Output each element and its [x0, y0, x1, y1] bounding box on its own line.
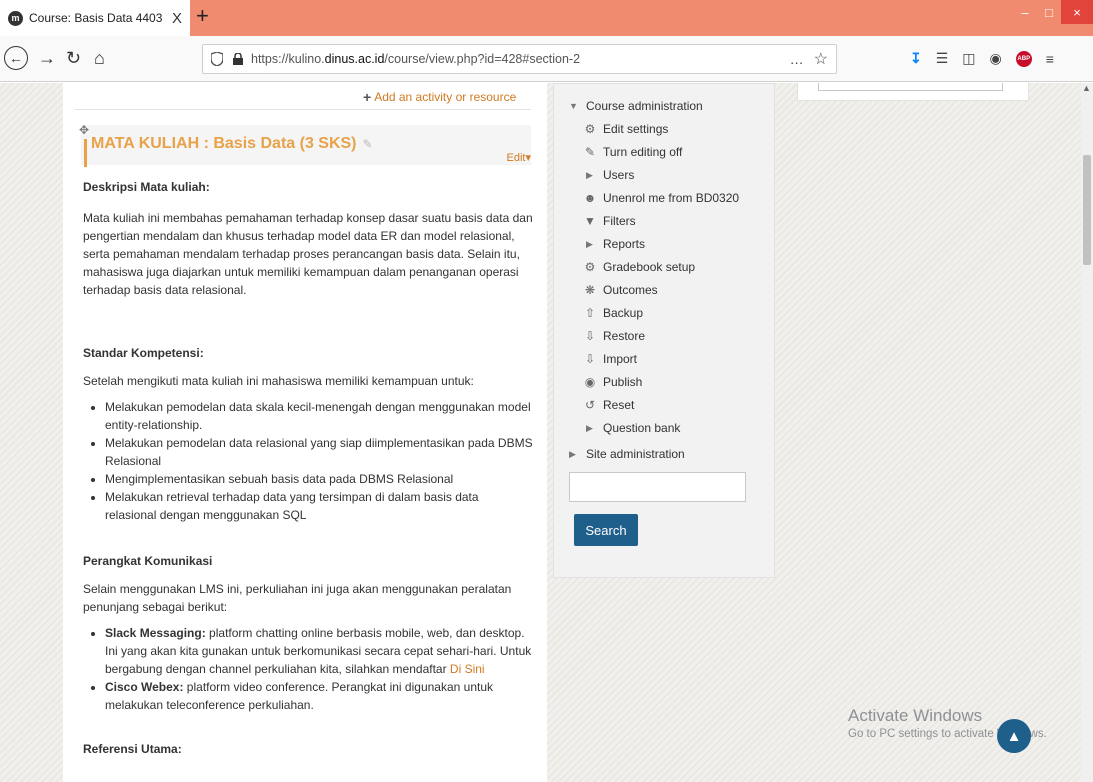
perangkat-heading: Perangkat Komunikasi	[83, 554, 213, 568]
plus-icon: +	[363, 89, 372, 105]
tab-close-button[interactable]: X	[172, 10, 182, 27]
add-activity-label: Add an activity or resource	[374, 90, 517, 104]
standar-list: Melakukan pemodelan data skala kecil-men…	[105, 398, 533, 524]
admin-item-edit-settings[interactable]: ⚙ Edit settings	[582, 119, 669, 139]
url-text: https://kulino.dinus.ac.id/course/view.p…	[251, 52, 581, 66]
edit-title-pencil-icon[interactable]: ✎	[363, 137, 373, 151]
minimize-button[interactable]: –	[1013, 0, 1037, 24]
admin-search-input[interactable]	[569, 472, 746, 502]
admin-item-backup[interactable]: ⇧ Backup	[582, 303, 643, 323]
perangkat-intro: Selain menggunakan LMS ini, perkuliahan …	[83, 582, 512, 614]
moodle-favicon-icon: m	[8, 10, 23, 26]
sidebar-icon[interactable]: ◫	[962, 50, 975, 67]
gear-icon: ⚙	[584, 122, 596, 136]
library-icon[interactable]: ☰	[936, 50, 949, 67]
administration-block: ▼ Course administration ⚙ Edit settings ✎…	[553, 83, 775, 578]
expanded-arrow-icon: ▼	[569, 101, 578, 111]
back-arrow-icon[interactable]: ←	[4, 46, 28, 70]
admin-item-question-bank[interactable]: ▶ Question bank	[586, 418, 680, 438]
browser-tab[interactable]: m Course: Basis Data 4403 2020 X	[0, 0, 190, 36]
right-block-input[interactable]	[818, 83, 1003, 91]
collapsed-arrow-icon: ▶	[586, 422, 593, 433]
user-icon: ☻	[583, 191, 597, 205]
home-icon[interactable]: ⌂	[94, 48, 105, 68]
download-icon: ⇩	[584, 352, 596, 366]
back-to-top-button[interactable]: ▲	[997, 719, 1031, 753]
close-window-button[interactable]: ×	[1061, 0, 1093, 24]
admin-item-reports[interactable]: ▶ Reports	[586, 234, 645, 254]
admin-item-gradebook-setup[interactable]: ⚙ Gradebook setup	[582, 257, 695, 277]
gear-icon: ⚙	[584, 260, 596, 274]
list-item: Melakukan pemodelan data skala kecil-men…	[105, 398, 533, 434]
admin-item-unenrol[interactable]: ☻ Unenrol me from BD0320	[582, 188, 739, 208]
maximize-button[interactable]: □	[1037, 0, 1061, 24]
reset-icon: ↺	[584, 398, 596, 412]
deskripsi-text: Mata kuliah ini membahas pemahaman terha…	[83, 211, 533, 297]
toolbar-icons: ↧ ☰ ◫ ◉ ABP ≡	[910, 50, 1054, 67]
collapsed-arrow-icon: ▶	[586, 169, 593, 180]
menu-icon[interactable]: ≡	[1046, 51, 1054, 67]
admin-item-outcomes[interactable]: ❋ Outcomes	[582, 280, 658, 300]
page-viewport: + Add an activity or resource ✥ MATA KUL…	[0, 83, 1093, 782]
pencil-icon: ✎	[584, 145, 596, 159]
section-title: MATA KULIAH : Basis Data (3 SKS) ✎	[91, 135, 373, 152]
reload-icon[interactable]: ↻	[66, 48, 81, 68]
window-controls: – □ ×	[1013, 0, 1093, 24]
list-item: Mengimplementasikan sebuah basis data pa…	[105, 470, 533, 488]
right-block	[797, 83, 1029, 101]
admin-item-users[interactable]: ▶ Users	[586, 165, 634, 185]
browser-navbar: ← → ↻ ⌂ https://kulino.dinus.ac.id/cours…	[0, 36, 1093, 82]
list-item: Melakukan retrieval terhadap data yang t…	[105, 488, 533, 524]
filter-icon: ▼	[584, 214, 596, 228]
section-highlight-bar	[84, 139, 87, 167]
new-tab-button[interactable]: +	[196, 5, 209, 27]
page-scrollbar[interactable]: ▲	[1081, 83, 1093, 782]
standar-intro: Setelah mengikuti mata kuliah ini mahasi…	[83, 374, 474, 388]
list-item: Cisco Webex: platform video conference. …	[105, 678, 533, 714]
tab-title: Course: Basis Data 4403 2020	[29, 11, 164, 25]
account-icon[interactable]: ◉	[990, 50, 1002, 67]
download-icon[interactable]: ↧	[910, 50, 922, 67]
section-summary: Deskripsi Mata kuliah: Mata kuliah ini m…	[83, 178, 533, 758]
admin-item-filters[interactable]: ▼ Filters	[582, 211, 636, 231]
scrollbar-thumb[interactable]	[1083, 155, 1091, 265]
upload-icon: ⇧	[584, 306, 596, 320]
section-edit-menu[interactable]: Edit▾	[507, 151, 532, 164]
course-administration-node[interactable]: ▼ Course administration	[569, 96, 703, 116]
bookmark-star-icon[interactable]: ☆	[814, 49, 828, 69]
address-bar[interactable]: https://kulino.dinus.ac.id/course/view.p…	[202, 44, 837, 74]
slack-signup-link[interactable]: Di Sini	[450, 662, 485, 676]
download-icon: ⇩	[584, 329, 596, 343]
outcomes-icon: ❋	[584, 283, 596, 297]
list-item: Slack Messaging: platform chatting onlin…	[105, 624, 533, 678]
admin-item-reset[interactable]: ↺ Reset	[582, 395, 634, 415]
page-actions-icon[interactable]: …	[790, 51, 804, 67]
divider	[75, 109, 531, 110]
deskripsi-heading: Deskripsi Mata kuliah:	[83, 180, 210, 194]
standar-heading: Standar Kompetensi:	[83, 346, 204, 360]
search-button[interactable]: Search	[574, 514, 638, 546]
list-item: Melakukan pemodelan data relasional yang…	[105, 434, 533, 470]
referensi-heading: Referensi Utama:	[83, 742, 182, 756]
course-content: + Add an activity or resource ✥ MATA KUL…	[63, 83, 547, 782]
globe-icon: ◉	[584, 375, 596, 389]
site-administration-node[interactable]: ▶ Site administration	[569, 444, 685, 464]
section-header: ✥ MATA KULIAH : Basis Data (3 SKS) ✎ Edit…	[79, 123, 532, 167]
admin-item-restore[interactable]: ⇩ Restore	[582, 326, 645, 346]
perangkat-list: Slack Messaging: platform chatting onlin…	[105, 624, 533, 714]
admin-item-import[interactable]: ⇩ Import	[582, 349, 637, 369]
forward-arrow-icon[interactable]: →	[38, 48, 56, 68]
lock-icon	[233, 53, 243, 65]
adblock-icon[interactable]: ABP	[1015, 50, 1032, 67]
shield-icon	[211, 52, 223, 66]
browser-titlebar: m Course: Basis Data 4403 2020 X + – □ ×	[0, 0, 1093, 36]
collapsed-arrow-icon: ▶	[586, 238, 593, 249]
scroll-up-arrow-icon[interactable]: ▲	[1082, 83, 1091, 93]
move-icon[interactable]: ✥	[79, 123, 89, 137]
admin-item-turn-editing-off[interactable]: ✎ Turn editing off	[582, 142, 682, 162]
add-activity-link[interactable]: + Add an activity or resource	[363, 89, 516, 105]
admin-item-publish[interactable]: ◉ Publish	[582, 372, 643, 392]
collapsed-arrow-icon: ▶	[569, 448, 576, 459]
